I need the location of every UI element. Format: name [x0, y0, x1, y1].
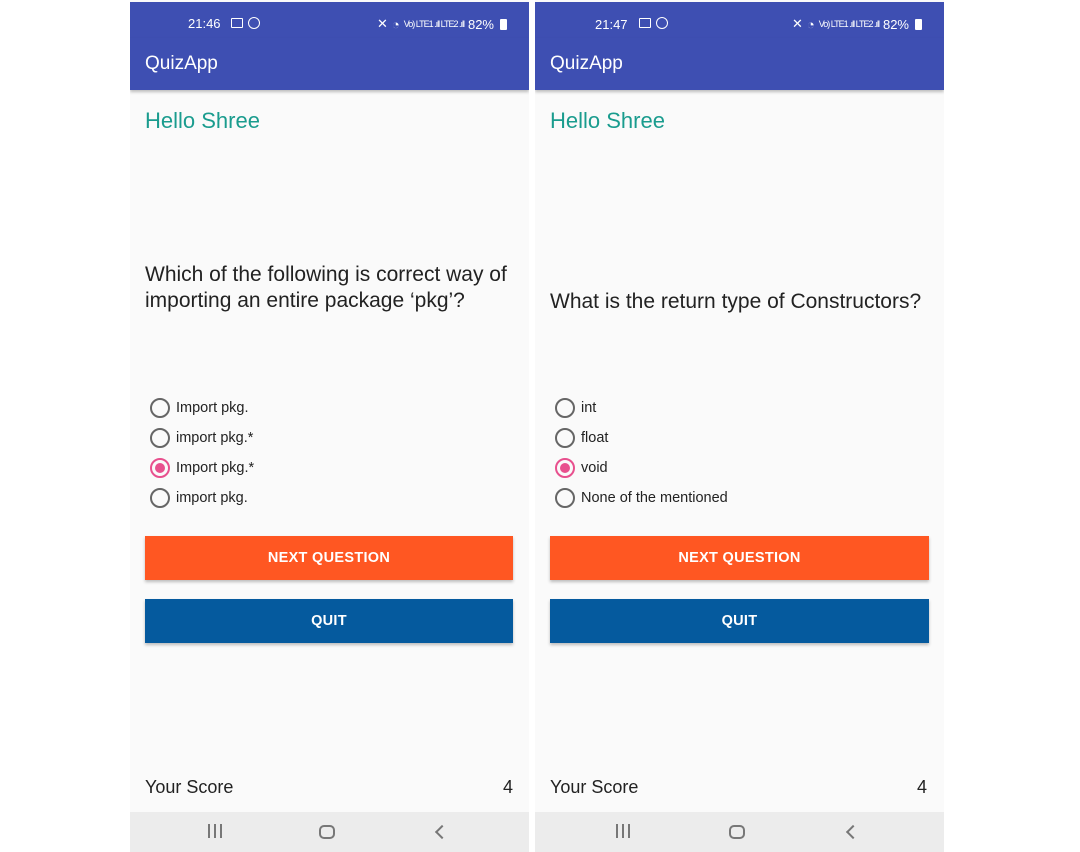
radio-button-selected[interactable] [555, 458, 575, 478]
battery-icon [500, 18, 507, 30]
whatsapp-icon [656, 17, 668, 29]
signal-icon: Vo) LTE1 .ıll LTE2 .ıll [403, 19, 465, 29]
answer-option[interactable]: void [555, 453, 728, 483]
answer-option[interactable]: None of the mentioned [555, 483, 728, 513]
image-icon [231, 18, 243, 28]
greeting: Hello Shree [550, 108, 665, 133]
answer-options: Import pkg. import pkg.* Import pkg.* im… [150, 393, 254, 513]
option-label: import pkg. [176, 490, 248, 506]
option-label: float [581, 430, 609, 446]
option-label: None of the mentioned [581, 490, 728, 506]
radio-button[interactable] [555, 428, 575, 448]
answer-option[interactable]: float [555, 423, 728, 453]
phone-screen-1: 21:46 ✕ ◔ Vo) LTE1 .ıll LTE2 .ıll 82% Qu… [130, 0, 529, 852]
radio-button[interactable] [555, 398, 575, 418]
status-time: 21:47 [595, 17, 628, 32]
option-label: import pkg.* [176, 430, 254, 446]
home-icon[interactable] [729, 825, 745, 839]
option-label: void [581, 460, 608, 476]
app-title: QuizApp [145, 53, 218, 74]
score-value: 4 [916, 777, 927, 797]
option-label: int [581, 400, 597, 416]
answer-option[interactable]: int [555, 393, 728, 423]
answer-option[interactable]: Import pkg. [150, 393, 254, 423]
recent-apps-icon[interactable] [616, 824, 630, 840]
status-right: ✕ ◔ Vo) LTE1 .ıll LTE2 .ıll 82% [377, 16, 507, 32]
radio-button[interactable] [150, 398, 170, 418]
navigation-bar [535, 812, 944, 852]
quit-button[interactable]: QUIT [550, 599, 929, 643]
status-bar: 21:47 ✕ ◔ Vo) LTE1 .ıll LTE2 .ıll 82% [535, 2, 944, 38]
image-icon [639, 18, 651, 28]
score-label: Your Score [145, 777, 234, 797]
radio-button[interactable] [150, 488, 170, 508]
radio-button[interactable] [555, 488, 575, 508]
phone-screen-2: 21:47 ✕ ◔ Vo) LTE1 .ıll LTE2 .ıll 82% Qu… [535, 0, 944, 852]
wifi-icon: ◔ [391, 16, 400, 32]
question-text: What is the return type of Constructors? [550, 290, 922, 313]
answer-option[interactable]: import pkg.* [150, 423, 254, 453]
wifi-icon: ◔ [806, 16, 815, 32]
mute-icon: ✕ [792, 16, 803, 31]
score-value: 4 [502, 777, 513, 797]
quit-button[interactable]: QUIT [145, 599, 513, 643]
next-question-button[interactable]: NEXT QUESTION [550, 536, 929, 580]
mute-icon: ✕ [377, 16, 388, 31]
answer-option[interactable]: Import pkg.* [150, 453, 254, 483]
app-bar: QuizApp [130, 38, 529, 90]
signal-icon: Vo) LTE1 .ıll LTE2 .ıll [818, 19, 880, 29]
option-label: Import pkg. [176, 400, 249, 416]
status-time: 21:46 [188, 16, 221, 31]
radio-button[interactable] [150, 428, 170, 448]
question-text: Which of the following is correct way of… [145, 263, 507, 312]
back-icon[interactable] [845, 824, 861, 840]
answer-options: int float void None of the mentioned [555, 393, 728, 513]
score-label: Your Score [550, 777, 639, 797]
next-question-button[interactable]: NEXT QUESTION [145, 536, 513, 580]
back-icon[interactable] [434, 824, 450, 840]
app-title: QuizApp [550, 53, 623, 74]
battery-level: 82% [467, 16, 494, 32]
status-right: ✕ ◔ Vo) LTE1 .ıll LTE2 .ıll 82% [792, 16, 922, 32]
home-icon[interactable] [319, 825, 335, 839]
recent-apps-icon[interactable] [208, 824, 222, 840]
app-bar: QuizApp [535, 38, 944, 90]
whatsapp-icon [248, 17, 260, 29]
status-bar: 21:46 ✕ ◔ Vo) LTE1 .ıll LTE2 .ıll 82% [130, 2, 529, 38]
battery-level: 82% [882, 16, 909, 32]
greeting: Hello Shree [145, 108, 260, 133]
battery-icon [915, 18, 922, 30]
option-label: Import pkg.* [176, 460, 255, 476]
radio-button-selected[interactable] [150, 458, 170, 478]
navigation-bar [130, 812, 529, 852]
answer-option[interactable]: import pkg. [150, 483, 254, 513]
